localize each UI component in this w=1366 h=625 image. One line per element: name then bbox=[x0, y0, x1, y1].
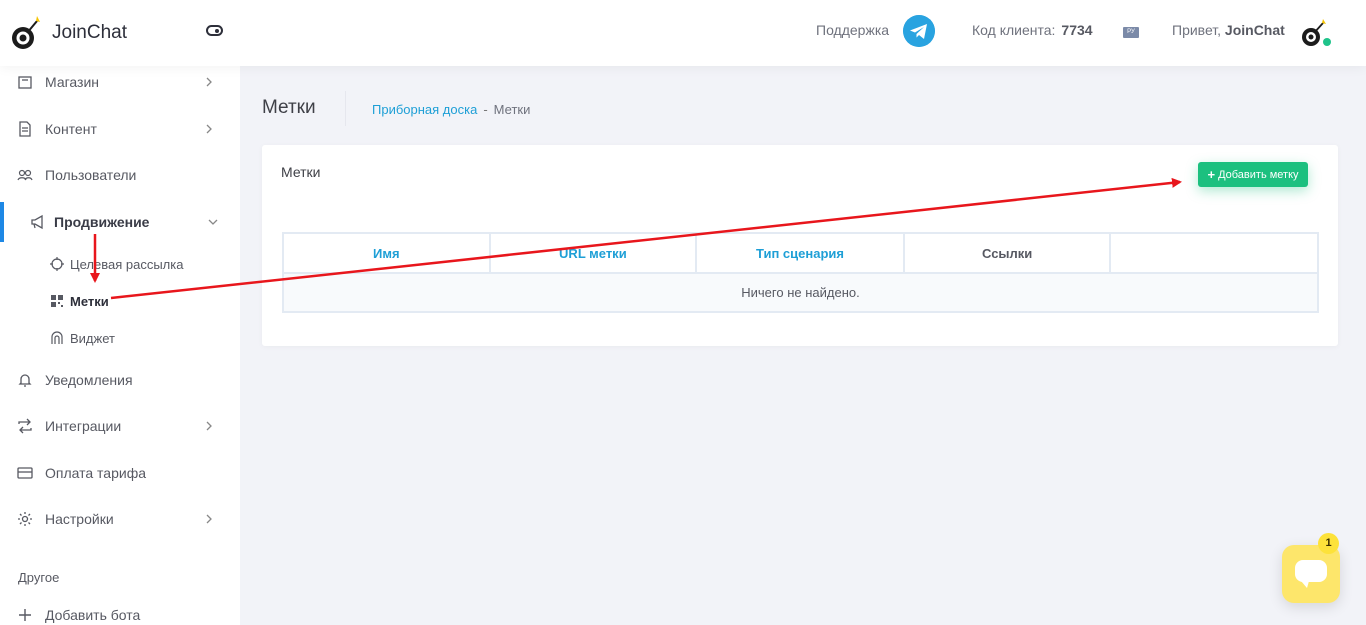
brand[interactable]: JoinChat bbox=[10, 14, 127, 52]
client-code: Код клиента: 7734 bbox=[972, 22, 1093, 38]
client-code-label: Код клиента: bbox=[972, 22, 1056, 38]
username: JoinChat bbox=[1224, 22, 1285, 38]
title-divider bbox=[345, 91, 346, 126]
column-header-url[interactable]: URL метки bbox=[488, 232, 698, 274]
sidebar-item-notifications[interactable]: Уведомления bbox=[0, 360, 240, 400]
sidebar-item-promotion[interactable]: Продвижение bbox=[0, 202, 240, 242]
breadcrumb-separator: - bbox=[483, 102, 488, 117]
telegram-icon[interactable] bbox=[903, 15, 935, 47]
breadcrumb: Приборная доска - Метки bbox=[372, 102, 530, 117]
chat-unread-badge: 1 bbox=[1318, 533, 1339, 554]
sidebar-item-label: Пользователи bbox=[45, 167, 137, 183]
chevron-down-icon bbox=[208, 219, 218, 225]
column-header-actions bbox=[1109, 232, 1319, 274]
support-label[interactable]: Поддержка bbox=[816, 22, 889, 38]
sidebar-item-label: Продвижение bbox=[54, 214, 150, 230]
breadcrumb-dashboard-link[interactable]: Приборная доска bbox=[372, 102, 477, 117]
sidebar-subitem-tags[interactable]: Метки bbox=[0, 285, 240, 317]
joinchat-logo-icon bbox=[12, 16, 40, 49]
greeting-text: Привет, bbox=[1172, 22, 1222, 38]
chevron-right-icon bbox=[206, 124, 212, 134]
column-header-scenario-type[interactable]: Тип сценария bbox=[695, 232, 905, 274]
column-header-links: Ссылки bbox=[902, 232, 1112, 274]
qr-code-icon bbox=[51, 295, 63, 307]
sidebar: Магазин Контент Пользователи Продвижение… bbox=[0, 66, 240, 625]
sidebar-item-integrations[interactable]: Интеграции bbox=[0, 406, 240, 446]
sidebar-item-settings[interactable]: Настройки bbox=[0, 499, 240, 539]
sidebar-item-label: Настройки bbox=[45, 511, 114, 527]
add-tag-button[interactable]: + Добавить метку bbox=[1198, 162, 1308, 187]
sidebar-item-store[interactable]: Магазин bbox=[0, 62, 240, 102]
sidebar-item-label: Интеграции bbox=[45, 418, 122, 434]
sidebar-item-label: Уведомления bbox=[45, 372, 133, 388]
chevron-right-icon bbox=[206, 77, 212, 87]
sidebar-item-label: Добавить бота bbox=[45, 607, 141, 623]
tags-table: Имя URL метки Тип сценария Ссылки Ничего… bbox=[282, 232, 1319, 313]
plus-icon bbox=[19, 609, 31, 621]
breadcrumb-current: Метки bbox=[493, 102, 531, 117]
sidebar-section-other: Другое bbox=[18, 570, 60, 585]
plus-icon: + bbox=[1207, 167, 1216, 182]
sidebar-item-label: Магазин bbox=[45, 74, 100, 90]
sidebar-item-add-bot[interactable]: Добавить бота bbox=[0, 595, 240, 625]
column-header-name[interactable]: Имя bbox=[282, 232, 491, 274]
widget-icon bbox=[51, 331, 63, 344]
sidebar-subitem-label: Метки bbox=[70, 293, 109, 309]
add-tag-button-label: Добавить метку bbox=[1218, 168, 1299, 181]
megaphone-icon bbox=[31, 214, 43, 230]
sidebar-item-content[interactable]: Контент bbox=[0, 109, 240, 149]
bell-icon bbox=[18, 374, 32, 387]
user-greeting[interactable]: Привет, JoinChat bbox=[1172, 22, 1285, 38]
users-icon bbox=[17, 169, 33, 181]
sidebar-subitem-label: Целевая рассылка bbox=[70, 256, 184, 272]
tags-card: Метки + Добавить метку Имя URL метки Тип … bbox=[262, 145, 1338, 346]
table-header-row: Имя URL метки Тип сценария Ссылки bbox=[282, 232, 1319, 274]
page-title: Метки bbox=[262, 97, 316, 118]
brand-name: JoinChat bbox=[52, 22, 127, 43]
sidebar-item-billing[interactable]: Оплата тарифа bbox=[0, 453, 240, 493]
document-icon bbox=[19, 121, 31, 137]
chat-bubble-icon bbox=[1295, 560, 1327, 588]
target-icon bbox=[50, 257, 64, 271]
gear-icon bbox=[18, 512, 32, 526]
store-icon bbox=[18, 76, 32, 89]
language-flag-icon[interactable]: РУ bbox=[1123, 27, 1139, 38]
sync-icon bbox=[18, 418, 32, 434]
chevron-right-icon bbox=[206, 514, 212, 524]
client-code-value: 7734 bbox=[1061, 22, 1093, 38]
top-header: JoinChat Поддержка Код клиента: 7734 РУ П… bbox=[0, 0, 1366, 66]
sidebar-item-users[interactable]: Пользователи bbox=[0, 155, 240, 195]
sidebar-item-label: Контент bbox=[45, 121, 97, 137]
chevron-right-icon bbox=[206, 421, 212, 431]
empty-state-text: Ничего не найдено. bbox=[282, 272, 1319, 313]
sidebar-toggle-icon[interactable] bbox=[206, 25, 223, 36]
sidebar-item-label: Оплата тарифа bbox=[45, 465, 147, 481]
card-title: Метки bbox=[281, 164, 321, 180]
sidebar-subitem-targeted-mailing[interactable]: Целевая рассылка bbox=[0, 248, 240, 280]
sidebar-subitem-label: Виджет bbox=[70, 330, 115, 346]
chat-widget-button[interactable] bbox=[1282, 545, 1340, 603]
table-row: Ничего не найдено. bbox=[282, 272, 1319, 313]
sidebar-subitem-widget[interactable]: Виджет bbox=[0, 322, 240, 354]
credit-card-icon bbox=[17, 467, 33, 479]
online-status-dot bbox=[1323, 38, 1331, 46]
